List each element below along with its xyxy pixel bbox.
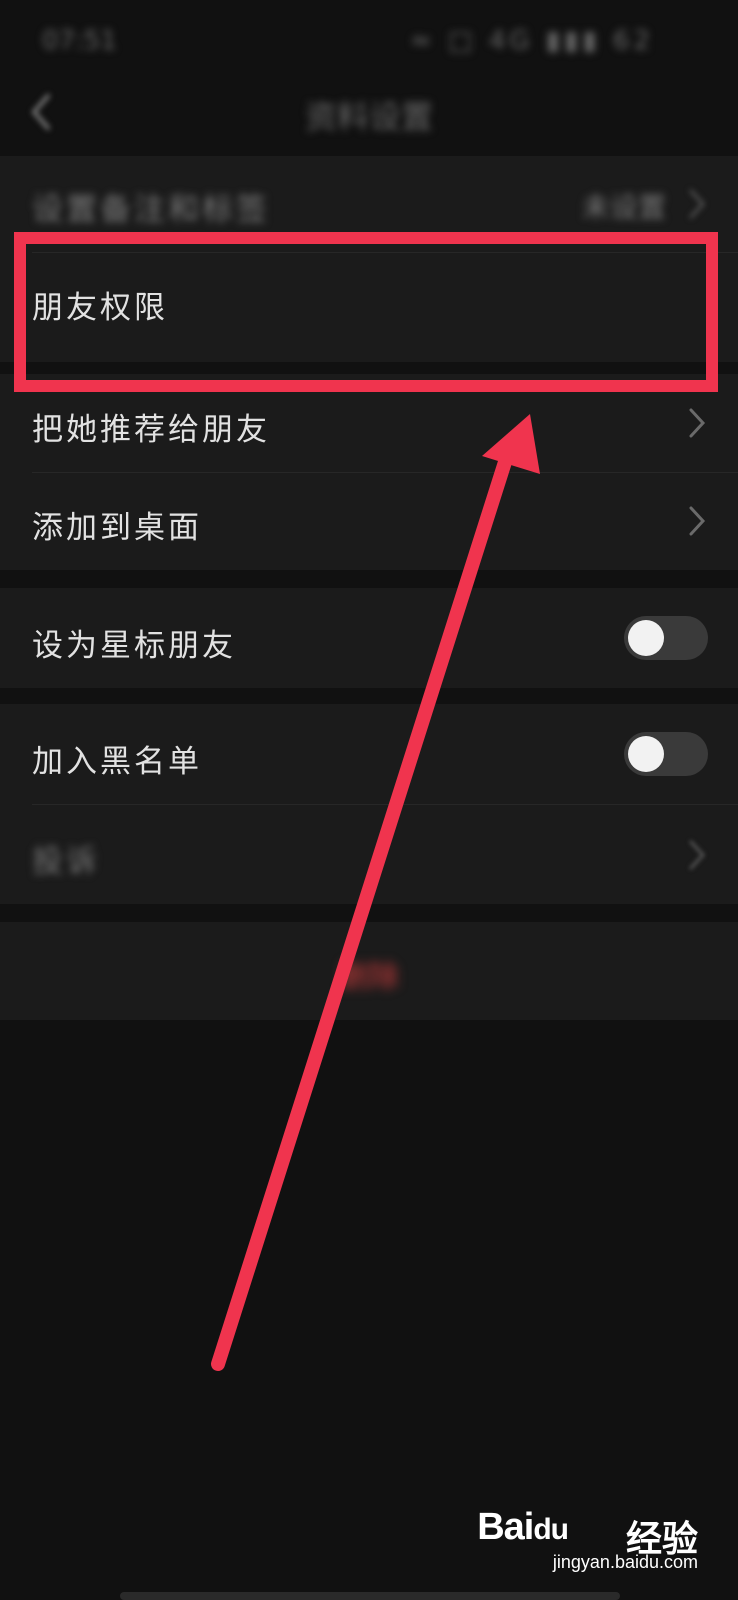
toggle-knob <box>628 736 664 772</box>
contact-settings-screen: 07:51 ≈ □ 4G ▮▮▮ 62 资料设置 设置备注和标签 未设置 朋友权… <box>0 0 738 1600</box>
remark-value: 未设置 <box>581 191 666 224</box>
settings-group-safety: 加入黑名单 投诉 <box>0 704 738 904</box>
status-icons: ≈ □ 4G ▮▮▮ 62 <box>410 26 655 56</box>
recommend-label: 把她推荐给朋友 <box>32 412 270 448</box>
settings-group-share: 把她推荐给朋友 添加到桌面 <box>0 374 738 570</box>
highlight-box <box>14 232 718 392</box>
blacklist-toggle[interactable] <box>624 732 708 776</box>
home-indicator <box>120 1592 620 1600</box>
settings-row-complain[interactable]: 投诉 <box>0 804 738 904</box>
nav-bar: 资料设置 <box>0 80 738 150</box>
complain-label: 投诉 <box>32 844 100 880</box>
watermark-brand: Baidu <box>477 1506 569 1548</box>
blacklist-label: 加入黑名单 <box>32 744 202 780</box>
settings-row-add-to-desktop[interactable]: 添加到桌面 <box>0 472 738 570</box>
star-friend-toggle[interactable] <box>624 616 708 660</box>
watermark-url: jingyan.baidu.com <box>552 1552 698 1572</box>
settings-row-blacklist: 加入黑名单 <box>0 704 738 804</box>
settings-group-star: 设为星标朋友 <box>0 588 738 688</box>
chevron-right-icon <box>689 408 706 438</box>
star-friend-label: 设为星标朋友 <box>32 628 236 664</box>
settings-row-star-friend: 设为星标朋友 <box>0 588 738 688</box>
status-bar: 07:51 ≈ □ 4G ▮▮▮ 62 <box>0 0 738 90</box>
chevron-right-icon <box>689 189 706 219</box>
delete-group: 删除 <box>0 922 738 1020</box>
add-to-desktop-label: 添加到桌面 <box>32 510 202 546</box>
remark-label: 设置备注和标签 <box>32 192 270 228</box>
status-time: 07:51 <box>42 26 117 56</box>
delete-button[interactable]: 删除 <box>0 952 738 996</box>
chevron-right-icon <box>689 506 706 536</box>
toggle-knob <box>628 620 664 656</box>
page-title: 资料设置 <box>304 98 433 136</box>
chevron-right-icon <box>689 840 706 870</box>
